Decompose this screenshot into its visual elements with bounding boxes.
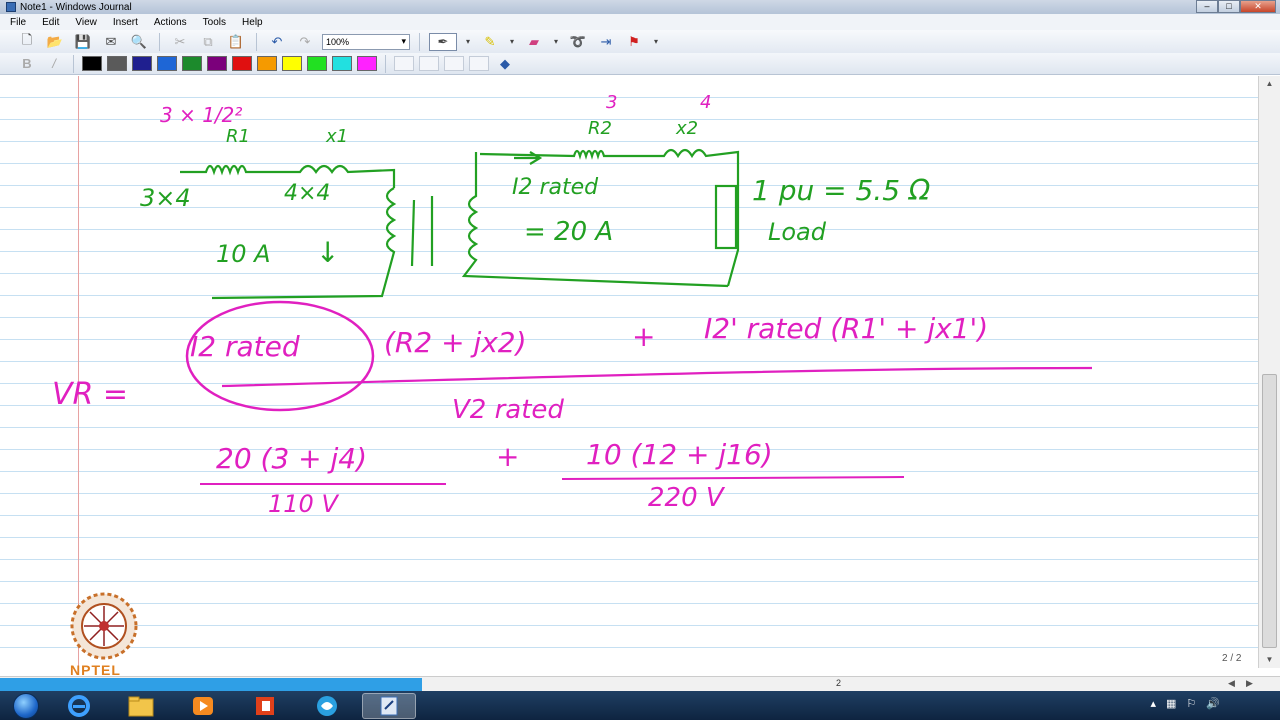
windows-taskbar: ▴ ▦ ⚐ 🔊 xyxy=(0,691,1280,720)
redo-icon[interactable]: ↷ xyxy=(294,33,316,51)
paste-icon[interactable]: 📋 xyxy=(225,33,247,51)
system-tray: ▴ ▦ ⚐ 🔊 xyxy=(1150,697,1220,710)
pen-width-slot[interactable] xyxy=(394,56,414,71)
toolbar-separator xyxy=(159,32,160,51)
flag-dropdown-icon[interactable]: ▾ xyxy=(651,33,661,51)
save-icon[interactable]: 💾 xyxy=(72,33,94,51)
taskbar-ie[interactable] xyxy=(52,693,106,719)
eraser-icon[interactable]: ▰ xyxy=(523,33,545,51)
tray-volume-icon[interactable]: 🔊 xyxy=(1206,697,1220,710)
cut-icon[interactable]: ✂ xyxy=(169,33,191,51)
menu-view[interactable]: View xyxy=(65,17,103,28)
pen-dropdown-icon[interactable]: ▾ xyxy=(463,33,473,51)
highlighter-dropdown-icon[interactable]: ▾ xyxy=(507,33,517,51)
color-swatch-red[interactable] xyxy=(232,56,252,71)
color-swatch-blue[interactable] xyxy=(157,56,177,71)
menu-bar: File Edit View Insert Actions Tools Help xyxy=(0,14,1280,30)
color-swatch-cyan[interactable] xyxy=(332,56,352,71)
page-number: 2 xyxy=(836,678,842,688)
vertical-scrollbar[interactable]: ▲ ▼ xyxy=(1258,76,1280,668)
color-swatch-navy[interactable] xyxy=(132,56,152,71)
pen-settings-icon[interactable]: ◆ xyxy=(494,55,516,73)
toolbar-separator xyxy=(73,54,74,73)
chevron-down-icon: ▾ xyxy=(401,36,406,46)
color-swatch-gray[interactable] xyxy=(107,56,127,71)
flag-icon[interactable]: ⚑ xyxy=(623,33,645,51)
media-player-icon xyxy=(193,696,213,715)
maximize-button[interactable]: □ xyxy=(1218,0,1240,13)
undo-icon[interactable]: ↶ xyxy=(266,33,288,51)
pen-width-slot[interactable] xyxy=(419,56,439,71)
italic-icon[interactable]: / xyxy=(43,55,65,73)
copy-icon[interactable]: ⧉ xyxy=(197,33,219,51)
tray-show-hidden-icon[interactable]: ▴ xyxy=(1150,697,1156,710)
color-swatch-orange[interactable] xyxy=(257,56,277,71)
scroll-right-icon[interactable]: ▶ xyxy=(1246,678,1253,689)
vertical-scroll-thumb[interactable] xyxy=(1262,374,1277,648)
taskbar-media-player[interactable] xyxy=(176,693,230,719)
minimize-button[interactable]: – xyxy=(1196,0,1218,13)
taskbar-explorer[interactable] xyxy=(114,693,168,719)
toolbar-separator xyxy=(419,32,420,51)
page-margin-line xyxy=(78,76,79,668)
find-icon[interactable]: 🔍 xyxy=(128,33,150,51)
color-swatch-magenta[interactable] xyxy=(357,56,377,71)
color-swatch-black[interactable] xyxy=(82,56,102,71)
pen-icon[interactable]: ✒ xyxy=(429,32,457,51)
eraser-dropdown-icon[interactable]: ▾ xyxy=(551,33,561,51)
tray-flag-icon[interactable]: ⚐ xyxy=(1186,697,1196,710)
bold-icon[interactable]: B xyxy=(16,55,38,73)
insert-space-icon[interactable]: ⇥ xyxy=(595,33,617,51)
internet-explorer-icon xyxy=(68,694,90,717)
start-button[interactable] xyxy=(8,692,44,720)
journal-page[interactable] xyxy=(0,76,1258,668)
journal-icon xyxy=(380,696,398,715)
pen-width-slot[interactable] xyxy=(469,56,489,71)
pen-width-slot[interactable] xyxy=(444,56,464,71)
pen-toolbar: B / ◆ xyxy=(0,53,1280,75)
lasso-select-icon[interactable]: ➰ xyxy=(567,33,589,51)
scroll-down-icon[interactable]: ▼ xyxy=(1259,652,1280,668)
scroll-up-icon[interactable]: ▲ xyxy=(1259,76,1280,92)
office-icon xyxy=(256,696,274,715)
menu-help[interactable]: Help xyxy=(232,17,269,28)
tray-network-icon[interactable]: ▦ xyxy=(1166,697,1176,710)
zoom-select[interactable]: 100% ▾ xyxy=(322,33,410,50)
folder-icon xyxy=(128,696,154,716)
scroll-left-icon[interactable]: ◀ xyxy=(1228,678,1235,689)
toolbar-separator xyxy=(385,54,386,73)
nptel-logo: NPTEL xyxy=(66,592,144,678)
taskbar-app[interactable] xyxy=(300,693,354,719)
color-swatch-yellow[interactable] xyxy=(282,56,302,71)
highlighter-icon[interactable]: ✎ xyxy=(479,33,501,51)
horizontal-scrollbar[interactable]: 2 ◀ ▶ xyxy=(0,676,1280,691)
zoom-value: 100% xyxy=(326,36,350,47)
window-titlebar: Note1 - Windows Journal – □ ✕ xyxy=(0,0,1280,14)
window-controls: – □ ✕ xyxy=(1196,0,1276,13)
page-counter: 2 / 2 xyxy=(1222,653,1242,664)
windows-logo-icon xyxy=(13,692,39,719)
send-icon[interactable]: ✉ xyxy=(100,33,122,51)
open-icon[interactable]: 📂 xyxy=(44,33,66,51)
color-swatch-green[interactable] xyxy=(182,56,202,71)
taskbar-office[interactable] xyxy=(238,693,292,719)
color-swatch-lime[interactable] xyxy=(307,56,327,71)
toolbar-separator xyxy=(256,32,257,51)
menu-tools[interactable]: Tools xyxy=(193,17,232,28)
window-title: Note1 - Windows Journal xyxy=(20,1,132,13)
menu-edit[interactable]: Edit xyxy=(32,17,65,28)
horizontal-scroll-thumb[interactable] xyxy=(0,678,422,691)
new-note-icon[interactable]: 🗋 xyxy=(16,32,38,51)
standard-toolbar: 🗋 📂 💾 ✉ 🔍 ✂ ⧉ 📋 ↶ ↷ 100% ▾ ✒ ▾ ✎ ▾ ▰ ▾ ➰… xyxy=(0,30,1280,53)
app-icon xyxy=(317,695,337,716)
close-button[interactable]: ✕ xyxy=(1240,0,1276,13)
journal-app-icon xyxy=(6,2,16,12)
menu-insert[interactable]: Insert xyxy=(103,17,144,28)
taskbar-journal[interactable] xyxy=(362,692,416,719)
color-swatch-purple[interactable] xyxy=(207,56,227,71)
menu-file[interactable]: File xyxy=(0,17,32,28)
menu-actions[interactable]: Actions xyxy=(144,17,193,28)
